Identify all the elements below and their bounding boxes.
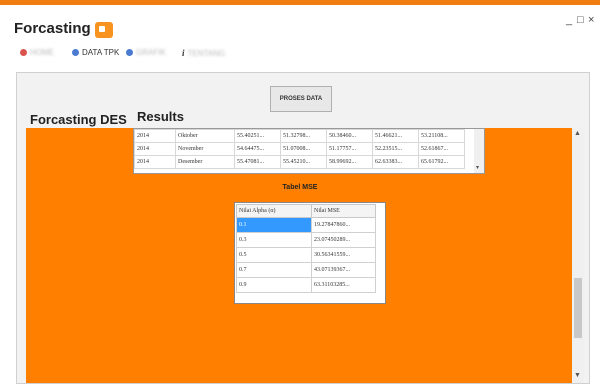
table-cell: November [175, 142, 235, 156]
scroll-up-icon[interactable]: ▲ [574, 130, 581, 137]
window-accent-bar [0, 0, 600, 5]
table-cell: 51.17757... [326, 142, 373, 156]
proses-data-button[interactable]: PROSES DATA [270, 86, 332, 112]
table-cell: 2014 [134, 129, 176, 143]
table-row[interactable]: 0.5 30.56341559... [236, 247, 376, 263]
table-cell: 65.61792... [418, 155, 465, 169]
chart-icon [126, 49, 133, 56]
menu-bar: HOME DATA TPK GRAFIK i TENTANG [0, 44, 600, 62]
scroll-down-icon[interactable]: ▼ [574, 372, 581, 379]
panel-scrollbar[interactable]: ▲ ▼ [572, 128, 584, 383]
table-cell: 50.38460... [326, 129, 373, 143]
table-cell: 63.31103285... [311, 277, 376, 293]
menu-item-grafik[interactable]: GRAFIK [126, 48, 166, 57]
chevron-down-icon[interactable]: ▾ [476, 164, 479, 171]
maximize-button[interactable]: □ [577, 14, 584, 26]
menu-label-grafik: GRAFIK [136, 48, 166, 57]
close-button[interactable]: × [588, 14, 594, 26]
table-cell: 0.9 [236, 277, 312, 293]
table-cell: 0.7 [236, 262, 312, 278]
table-cell: 51.32798... [280, 129, 327, 143]
table-cell: 62.63383... [372, 155, 419, 169]
table-cell: 0.5 [236, 247, 312, 263]
table-cell: 0.1 [236, 217, 312, 233]
menu-label-data-tpk: DATA TPK [82, 48, 120, 57]
table-cell: 43.07139367... [311, 262, 376, 278]
menu-item-home[interactable]: HOME [20, 48, 54, 57]
table-cell: 51.46621... [372, 129, 419, 143]
mse-table[interactable]: Nilai Alpha (α) Nilai MSE 0.1 19.2784786… [234, 202, 386, 304]
table-cell: 54.64475... [234, 142, 281, 156]
table-row[interactable]: 2014 Desember 55.47081... 55.45210... 58… [134, 155, 465, 169]
menu-item-tentang[interactable]: i TENTANG [182, 48, 225, 58]
menu-item-data-tpk[interactable]: DATA TPK [72, 48, 119, 57]
table-cell: 2014 [134, 142, 176, 156]
table-cell: Desember [175, 155, 235, 169]
table-row[interactable]: 0.7 43.07139367... [236, 262, 376, 278]
window-title: Forcasting [14, 20, 91, 37]
app-icon [95, 22, 113, 38]
results-table[interactable]: 2014 Oktober 55.40251... 51.32798... 50.… [133, 128, 485, 174]
forcasting-des-label: Forcasting DES [30, 112, 127, 127]
data-icon [72, 49, 79, 56]
table-cell: 2014 [134, 155, 176, 169]
mse-header-row: Nilai Alpha (α) Nilai MSE [236, 204, 376, 218]
table-cell: 51.07008... [280, 142, 327, 156]
table-cell: 55.40251... [234, 129, 281, 143]
info-icon: i [182, 48, 185, 58]
minimize-button[interactable]: _ [566, 14, 572, 26]
scrollbar-thumb[interactable] [574, 278, 582, 338]
table-cell: 30.56341559... [311, 247, 376, 263]
table-cell: 23.07450289... [311, 232, 376, 248]
column-header-mse[interactable]: Nilai MSE [311, 204, 376, 218]
table-row[interactable]: 2014 November 54.64475... 51.07008... 51… [134, 142, 465, 156]
table-row[interactable]: 0.3 23.07450289... [236, 232, 376, 248]
menu-label-tentang: TENTANG [187, 48, 226, 58]
results-label: Results [137, 109, 184, 124]
table-cell: 55.45210... [280, 155, 327, 169]
table-row[interactable]: 2014 Oktober 55.40251... 51.32798... 50.… [134, 129, 465, 143]
menu-label-home: HOME [30, 48, 54, 57]
table-cell: 52.23515... [372, 142, 419, 156]
home-icon [20, 49, 27, 56]
column-header-alpha[interactable]: Nilai Alpha (α) [236, 204, 312, 218]
table-cell: 52.61867... [418, 142, 465, 156]
table-cell: 55.47081... [234, 155, 281, 169]
mse-table-title: Tabel MSE [282, 184, 318, 191]
results-scrollbar[interactable]: ▾ [474, 129, 484, 173]
table-cell: 0.3 [236, 232, 312, 248]
table-row[interactable]: 0.1 19.27847860... [236, 217, 376, 233]
table-cell: 53.21108... [418, 129, 465, 143]
table-cell: 58.99692... [326, 155, 373, 169]
table-row[interactable]: 0.9 63.31103285... [236, 277, 376, 293]
table-cell: Oktober [175, 129, 235, 143]
table-cell: 19.27847860... [311, 217, 376, 233]
